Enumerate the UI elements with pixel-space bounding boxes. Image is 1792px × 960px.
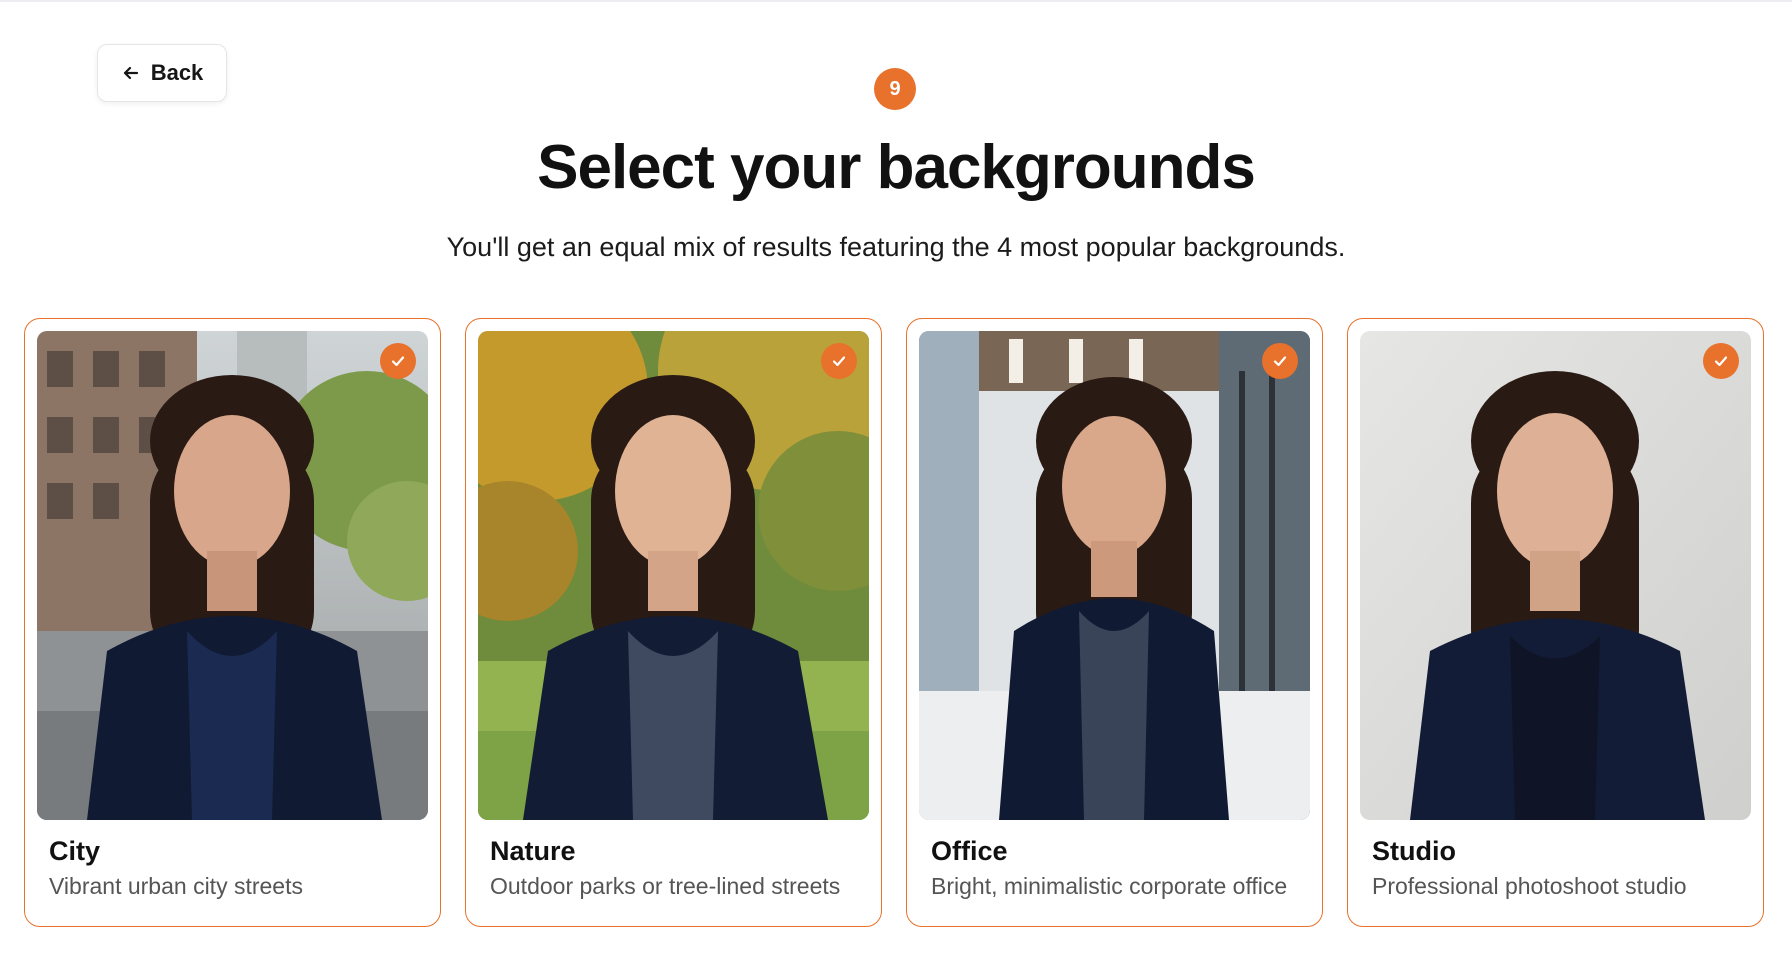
step-number-badge: 9 xyxy=(874,68,916,110)
arrow-left-icon xyxy=(121,63,141,83)
background-card-office[interactable]: Office Bright, minimalistic corporate of… xyxy=(906,318,1323,927)
selected-check-icon[interactable] xyxy=(821,343,857,379)
page-title: Select your backgrounds xyxy=(537,133,1256,202)
back-button-label: Back xyxy=(150,60,204,85)
studio-portrait-photo xyxy=(1360,331,1751,820)
card-description: Vibrant urban city streets xyxy=(49,873,303,899)
card-title: Nature xyxy=(490,836,576,866)
page-subtitle: You'll get an equal mix of results featu… xyxy=(446,232,1346,262)
card-description: Professional photoshoot studio xyxy=(1372,873,1687,899)
selected-check-icon[interactable] xyxy=(1262,343,1298,379)
background-card-studio[interactable]: Studio Professional photoshoot studio xyxy=(1347,318,1764,927)
office-portrait-photo xyxy=(919,331,1310,820)
card-description: Bright, minimalistic corporate office xyxy=(931,873,1288,899)
selected-check-icon[interactable] xyxy=(1703,343,1739,379)
top-divider xyxy=(0,0,1792,2)
nature-portrait-photo xyxy=(478,331,869,820)
background-selection-page: Back 9 Select your backgrounds You'll ge… xyxy=(0,0,1792,960)
background-card-city[interactable]: City Vibrant urban city streets xyxy=(24,318,441,927)
card-title: Studio xyxy=(1372,836,1456,866)
background-card-nature[interactable]: Nature Outdoor parks or tree-lined stree… xyxy=(465,318,882,927)
selected-check-icon[interactable] xyxy=(380,343,416,379)
back-button[interactable]: Back xyxy=(97,44,227,102)
background-card-list: City Vibrant urban city streets Nature O… xyxy=(24,318,1764,927)
card-title: Office xyxy=(931,836,1008,866)
card-title: City xyxy=(49,836,101,866)
city-portrait-photo xyxy=(37,331,428,820)
card-description: Outdoor parks or tree-lined streets xyxy=(490,873,841,899)
